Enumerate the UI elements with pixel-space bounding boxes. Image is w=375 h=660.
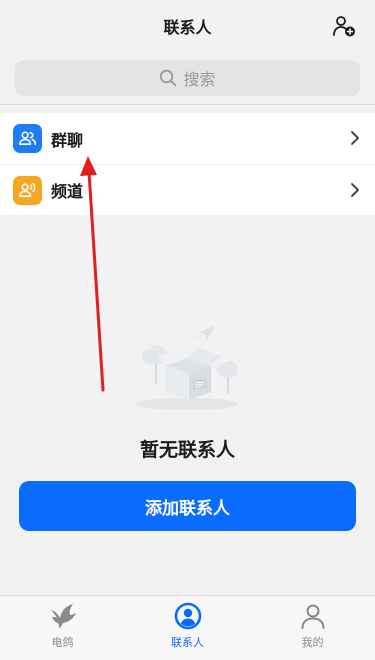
list-item-group-chat[interactable]: 群聊 bbox=[0, 113, 375, 164]
channel-icon bbox=[19, 182, 36, 197]
page-title: 联系人 bbox=[163, 18, 212, 37]
chevron-right-icon bbox=[351, 131, 359, 145]
search-input[interactable]: 搜索 bbox=[15, 60, 360, 96]
tab-label: 电鸽 bbox=[51, 636, 74, 649]
add-contact-primary-button[interactable]: 添加联系人 bbox=[19, 481, 356, 531]
search-placeholder: 搜索 bbox=[183, 70, 216, 89]
dove-icon bbox=[50, 604, 76, 628]
divider bbox=[0, 104, 375, 105]
contact-category-list: 群聊 频道 bbox=[0, 113, 375, 215]
chevron-right-icon bbox=[351, 183, 359, 197]
search-bar[interactable]: 搜索 bbox=[15, 60, 360, 96]
list-item-channel[interactable]: 频道 bbox=[0, 164, 375, 215]
add-contact-button[interactable] bbox=[331, 13, 357, 39]
tab-contacts[interactable]: 联系人 bbox=[125, 596, 250, 660]
search-icon bbox=[160, 69, 177, 87]
list-item-label: 频道 bbox=[51, 182, 84, 201]
tab-label: 我的 bbox=[301, 636, 324, 649]
tab-dove[interactable]: 电鸽 bbox=[0, 596, 125, 660]
empty-state-text: 暂无联系人 bbox=[139, 439, 235, 461]
header: 联系人 bbox=[0, 0, 375, 52]
add-user-icon bbox=[333, 16, 355, 37]
empty-box-illustration bbox=[135, 326, 239, 410]
profile-icon bbox=[301, 604, 324, 629]
tab-label: 联系人 bbox=[171, 636, 204, 649]
bottom-tab-bar: 电鸽 联系人 我的 bbox=[0, 595, 375, 660]
contacts-screen: 联系人 搜索 群聊 频道 暂无联系人 添加联系人 电鸽 联系人 我的 bbox=[0, 0, 375, 660]
group-icon-badge bbox=[13, 124, 42, 153]
list-item-label: 群聊 bbox=[51, 130, 84, 150]
tab-profile[interactable]: 我的 bbox=[250, 596, 375, 660]
channel-icon-badge bbox=[13, 175, 42, 205]
contacts-icon bbox=[174, 602, 201, 630]
group-icon bbox=[19, 131, 37, 146]
